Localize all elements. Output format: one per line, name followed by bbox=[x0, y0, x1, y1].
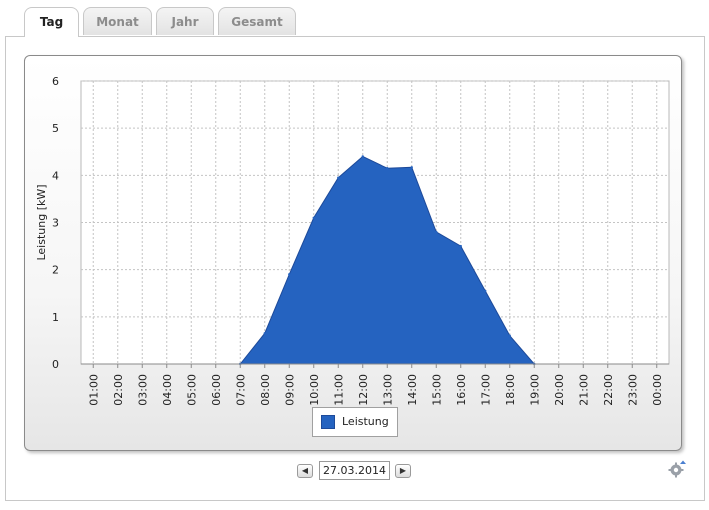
tab-tag[interactable]: Tag bbox=[24, 7, 79, 37]
data-point bbox=[361, 155, 364, 158]
x-tick-label: 22:00 bbox=[602, 374, 615, 406]
x-tick-label: 02:00 bbox=[112, 374, 125, 406]
tab-gesamt[interactable]: Gesamt bbox=[218, 7, 296, 35]
x-tick-label: 07:00 bbox=[234, 374, 247, 406]
chart-container: 0 1 2 3 4 5 6 01:00 02:00 03:00 04:00 05:00 06:00 07:… bbox=[24, 55, 682, 451]
data-point bbox=[435, 230, 438, 234]
gear-icon[interactable] bbox=[667, 459, 687, 479]
x-tick-label: 21:00 bbox=[577, 374, 590, 406]
tab-monat[interactable]: Monat bbox=[83, 7, 152, 35]
x-tick-label: 05:00 bbox=[185, 374, 198, 406]
y-tick-label: 1 bbox=[52, 311, 59, 324]
data-point bbox=[337, 176, 340, 179]
x-tick-label: 16:00 bbox=[455, 374, 468, 406]
legend-swatch bbox=[321, 415, 335, 429]
x-tick-label: 23:00 bbox=[626, 374, 639, 406]
x-tick-label: 18:00 bbox=[504, 374, 517, 406]
tab-jahr[interactable]: Jahr bbox=[156, 7, 214, 35]
x-tick-label: 00:00 bbox=[651, 374, 664, 406]
y-tick-label: 5 bbox=[52, 122, 59, 135]
prev-day-button[interactable]: ◀ bbox=[297, 464, 313, 478]
y-axis-label: Leistung [kW] bbox=[35, 184, 48, 260]
y-tick-label: 6 bbox=[52, 75, 59, 88]
data-point bbox=[508, 334, 511, 337]
x-tick-label: 03:00 bbox=[136, 374, 149, 406]
next-day-button[interactable]: ▶ bbox=[395, 464, 411, 478]
data-point bbox=[459, 244, 462, 248]
x-tick-label: 09:00 bbox=[283, 374, 296, 406]
x-tick-label: 10:00 bbox=[308, 374, 321, 406]
x-tick-label: 11:00 bbox=[332, 374, 345, 406]
x-tick-label: 17:00 bbox=[479, 374, 492, 406]
x-tick-label: 13:00 bbox=[381, 374, 394, 406]
x-tick-label: 06:00 bbox=[210, 374, 223, 406]
chart-legend: Leistung bbox=[312, 407, 398, 437]
data-point bbox=[263, 332, 266, 335]
date-field[interactable] bbox=[319, 461, 390, 480]
data-point bbox=[288, 273, 291, 276]
x-tick-label: 08:00 bbox=[259, 374, 272, 406]
x-tick-label: 12:00 bbox=[357, 374, 370, 406]
x-tick-label: 04:00 bbox=[161, 374, 174, 406]
x-tick-label: 15:00 bbox=[430, 374, 443, 406]
x-tick-label: 01:00 bbox=[87, 374, 100, 406]
data-point bbox=[386, 167, 389, 170]
power-chart: 0 1 2 3 4 5 6 01:00 02:00 03:00 04:00 05:00 06:00 07:… bbox=[35, 75, 670, 406]
data-point bbox=[484, 289, 487, 293]
y-tick-label: 0 bbox=[52, 358, 59, 371]
y-tick-label: 2 bbox=[52, 264, 59, 277]
x-tick-label: 20:00 bbox=[553, 374, 566, 406]
y-tick-label: 3 bbox=[52, 217, 59, 230]
y-tick-label: 4 bbox=[52, 169, 59, 182]
data-point bbox=[312, 216, 315, 219]
data-point bbox=[410, 166, 413, 169]
x-tick-label: 19:00 bbox=[528, 374, 541, 406]
x-tick-label: 14:00 bbox=[406, 374, 419, 406]
legend-label: Leistung bbox=[342, 415, 389, 428]
